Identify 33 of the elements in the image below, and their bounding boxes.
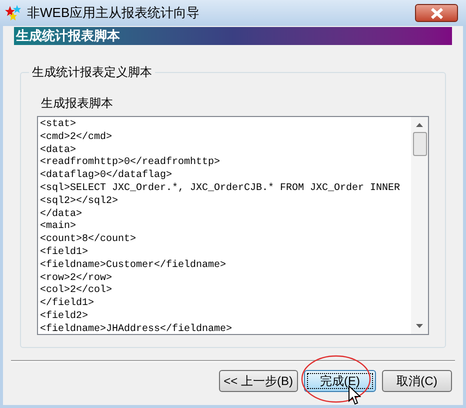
script-line: <sql>SELECT JXC_Order.*, JXC_OrderCJB.* FROM JXC_Order INNER bbox=[40, 182, 400, 196]
window-title: 非WEB应用主从报表统计向导 bbox=[27, 4, 201, 22]
script-line: <sql2></sql2> bbox=[40, 196, 118, 208]
wizard-button[interactable]: << 上一步(B) bbox=[218, 370, 298, 392]
close-button[interactable] bbox=[415, 4, 458, 22]
script-line: <fieldname>JHAddress</fieldname> bbox=[40, 324, 232, 334]
script-line: <cmd>2</cmd> bbox=[40, 132, 112, 144]
script-line: <stat> bbox=[40, 119, 76, 132]
scrollbar[interactable] bbox=[411, 117, 428, 334]
script-line: <row>2</row> bbox=[40, 272, 112, 284]
wizard-button[interactable]: 取消(C) bbox=[382, 370, 452, 392]
script-line: <col>2</col> bbox=[40, 285, 112, 298]
annotation-ellipse bbox=[300, 354, 372, 404]
script-line: <dataflag>0</dataflag> bbox=[40, 170, 172, 182]
script-line: <field1> bbox=[40, 246, 88, 260]
group-title: 生成统计报表定义脚本 bbox=[29, 64, 155, 80]
script-line: </field1> bbox=[40, 298, 94, 310]
script-line: <main> bbox=[40, 221, 76, 234]
stars-icon bbox=[5, 5, 22, 21]
scroll-thumb[interactable] bbox=[412, 132, 426, 156]
script-line: <data> bbox=[40, 144, 76, 156]
header-banner: 生成统计报表脚本 bbox=[14, 27, 452, 45]
script-line: </data> bbox=[40, 208, 82, 220]
script-line: <count>8</count> bbox=[40, 234, 136, 246]
script-line: <field2> bbox=[40, 310, 88, 324]
script-line: <fieldname>Customer</fieldname> bbox=[40, 260, 226, 272]
script-line: <readfromhttp>0</readfromhttp> bbox=[40, 157, 220, 170]
wizard-button[interactable]: 完成(E) bbox=[304, 370, 376, 392]
close-icon bbox=[430, 8, 444, 18]
scroll-down-icon[interactable] bbox=[416, 324, 423, 328]
script-label: 生成报表脚本 bbox=[41, 95, 114, 111]
scroll-up-icon[interactable] bbox=[416, 123, 423, 127]
script-text-area[interactable] bbox=[37, 116, 429, 335]
